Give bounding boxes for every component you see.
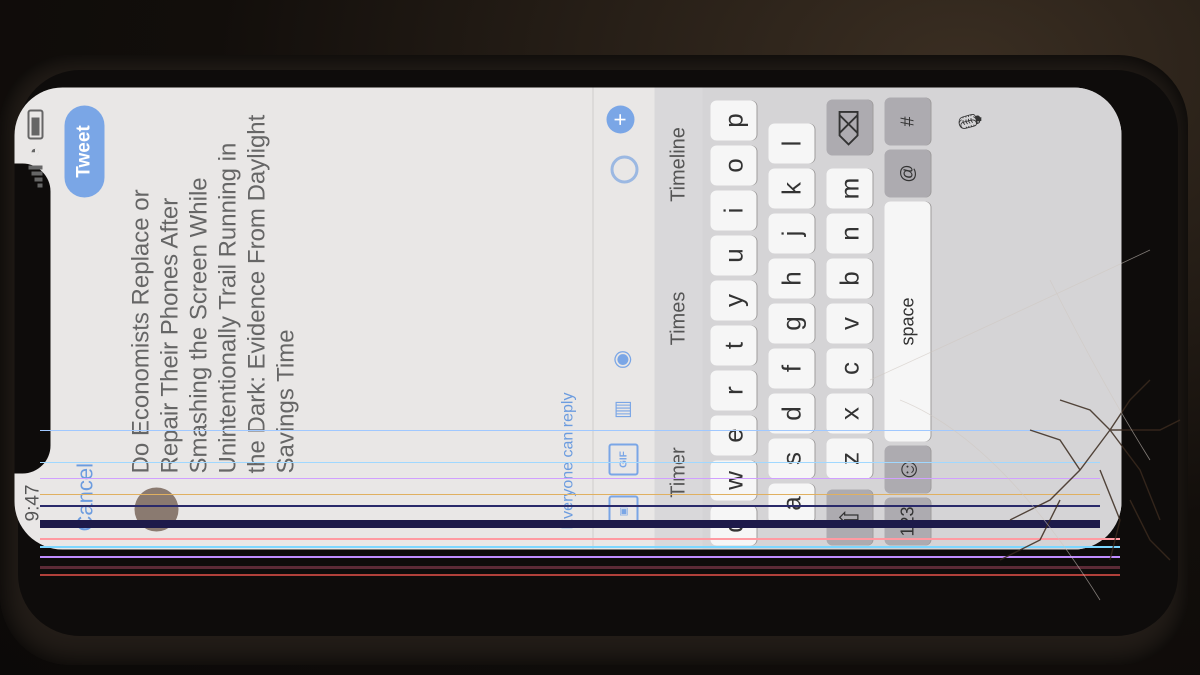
- key[interactable]: b: [826, 258, 873, 298]
- space-key[interactable]: space: [884, 201, 931, 441]
- key[interactable]: z: [826, 438, 873, 478]
- compose-toolbar: ▣ GIF ▥ ◉ +: [599, 87, 649, 549]
- add-thread-icon[interactable]: +: [606, 105, 635, 133]
- wifi-icon: ◔: [26, 147, 44, 157]
- suggestion-item[interactable]: Timer: [655, 395, 703, 549]
- key[interactable]: i: [710, 190, 757, 230]
- location-icon[interactable]: ◉: [609, 345, 635, 373]
- key[interactable]: c: [826, 348, 873, 388]
- status-icons: ◔: [23, 109, 49, 187]
- key[interactable]: m: [826, 168, 873, 208]
- key[interactable]: e: [710, 415, 757, 455]
- key[interactable]: y: [710, 280, 757, 320]
- key[interactable]: j: [768, 213, 815, 253]
- poll-icon[interactable]: ▥: [609, 395, 635, 423]
- key[interactable]: v: [826, 303, 873, 343]
- key[interactable]: g: [768, 303, 815, 343]
- phone-screen: 9:47 ◔ Cancel Tweet Do Economists Replac…: [14, 87, 1122, 549]
- progress-ring-icon: [610, 155, 639, 183]
- emoji-key[interactable]: ☺: [884, 445, 931, 493]
- status-time: 9:47: [22, 484, 44, 521]
- key[interactable]: r: [710, 370, 757, 410]
- avatar: [134, 487, 179, 531]
- at-key[interactable]: @: [884, 149, 931, 197]
- tweet-button[interactable]: Tweet: [64, 105, 105, 197]
- key[interactable]: o: [710, 145, 757, 185]
- suggestion-item[interactable]: Timeline: [655, 87, 703, 241]
- battery-icon: [27, 109, 44, 139]
- compose-text[interactable]: Do Economists Replace or Repair Their Ph…: [127, 113, 301, 473]
- key[interactable]: a: [768, 483, 815, 523]
- gif-icon[interactable]: GIF: [608, 443, 639, 475]
- key[interactable]: k: [768, 168, 815, 208]
- divider: [592, 87, 594, 549]
- hash-key[interactable]: #: [884, 97, 931, 145]
- key[interactable]: w: [710, 460, 757, 500]
- keyboard-row-2: a s d f g h j k l: [768, 87, 819, 549]
- signal-icon: [28, 164, 43, 187]
- keyboard-row-1: q w e r t y u i o p: [710, 87, 761, 549]
- key[interactable]: x: [826, 393, 873, 433]
- shift-key[interactable]: ⇧: [826, 489, 873, 545]
- mic-icon[interactable]: 🎙: [951, 97, 991, 145]
- key[interactable]: t: [710, 325, 757, 365]
- cancel-button[interactable]: Cancel: [73, 463, 99, 531]
- keyboard-row-4: 123 ☺ space @ #: [884, 87, 935, 549]
- suggestion-item[interactable]: Times: [655, 241, 703, 395]
- key[interactable]: h: [768, 258, 815, 298]
- reply-setting-link[interactable]: Everyone can reply: [560, 392, 578, 529]
- key[interactable]: f: [768, 348, 815, 388]
- key[interactable]: n: [826, 213, 873, 253]
- image-icon[interactable]: ▣: [608, 495, 639, 527]
- delete-key[interactable]: ⌫: [826, 99, 873, 155]
- suggestion-bar: Timer Times Timeline: [654, 87, 703, 549]
- keyboard-row-3: ⇧ z x c v b n m ⌫: [826, 87, 877, 549]
- keyboard: q w e r t y u i o p a s d f g h j k l ⇧ …: [702, 87, 1122, 549]
- key[interactable]: d: [768, 393, 815, 433]
- key[interactable]: p: [710, 100, 757, 140]
- screen-notch: [14, 163, 51, 473]
- key[interactable]: l: [768, 123, 815, 163]
- key[interactable]: u: [710, 235, 757, 275]
- key[interactable]: q: [710, 505, 757, 545]
- numbers-key[interactable]: 123: [884, 497, 931, 545]
- key[interactable]: s: [768, 438, 815, 478]
